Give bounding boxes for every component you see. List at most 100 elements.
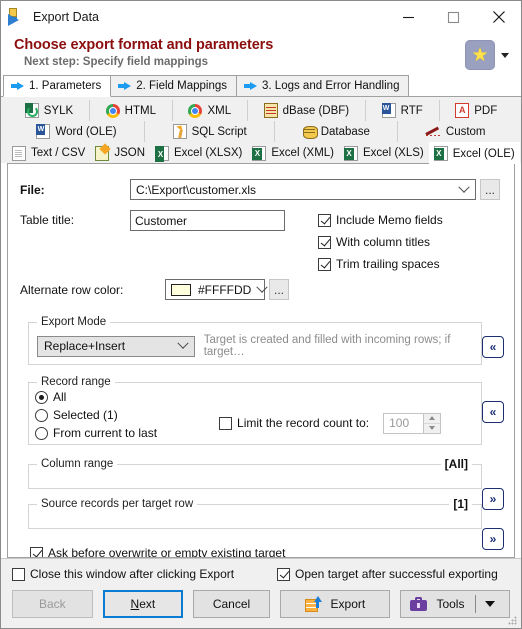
tab-field-mappings[interactable]: 2. Field Mappings	[110, 75, 238, 96]
export-mode-group: Export Mode Replace+Insert Target is cre…	[28, 316, 482, 365]
record-range-collapse-button[interactable]: «	[482, 401, 504, 423]
column-range-group: Column range [All]	[28, 457, 482, 489]
format-tab-label: RTF	[400, 104, 423, 117]
format-tab-pdf[interactable]: PDF	[439, 100, 514, 121]
format-tab-custom[interactable]: Custom	[398, 121, 513, 142]
format-tab-label: Excel (XML)	[271, 147, 335, 159]
tab-parameters[interactable]: 1. Parameters	[3, 75, 112, 97]
stepper-up-button[interactable]	[423, 413, 441, 423]
trim-trailing-spaces-checkbox[interactable]: Trim trailing spaces	[318, 257, 443, 271]
limit-record-count-stepper[interactable]: 100	[383, 412, 442, 434]
title-bar: Export Data	[1, 1, 521, 33]
export-icon	[304, 595, 322, 612]
export-mode-collapse-button[interactable]: «	[482, 336, 504, 358]
tab-parameters-label: 1. Parameters	[29, 80, 102, 92]
checkbox-box	[219, 416, 233, 430]
ask-before-overwrite-checkbox[interactable]: Ask before overwrite or empty existing t…	[30, 546, 504, 558]
record-range-option-all[interactable]: All	[35, 390, 157, 404]
format-tab-json[interactable]: JSON	[90, 142, 150, 163]
format-tab-excel-xls[interactable]: Excel (XLS)	[339, 142, 429, 163]
sylk-icon	[24, 103, 39, 118]
export-data-window: Export Data Choose export format and par…	[0, 0, 522, 629]
limit-record-count-label: Limit the record count to:	[237, 416, 370, 430]
chevron-down-icon[interactable]	[485, 601, 496, 607]
alternate-row-color-browse-button[interactable]: ...	[269, 279, 289, 300]
minimize-button[interactable]	[386, 2, 431, 33]
format-tab-dbase[interactable]: dBase (DBF)	[247, 100, 366, 121]
with-column-titles-checkbox[interactable]: With column titles	[318, 235, 443, 249]
checkbox-box	[12, 567, 25, 581]
next-button[interactable]: Next	[102, 590, 184, 618]
ask-before-overwrite-label: Ask before overwrite or empty existing t…	[48, 546, 286, 558]
cancel-button[interactable]: Cancel	[193, 590, 270, 618]
format-tab-text-csv[interactable]: Text / CSV	[7, 142, 91, 163]
export-button[interactable]: Export	[279, 590, 390, 618]
file-browse-button[interactable]: ...	[480, 179, 500, 200]
parameters-panel: File: C:\Export\customer.xls ... Table t…	[7, 163, 515, 558]
star-icon: ★	[471, 44, 489, 66]
file-input[interactable]: C:\Export\customer.xls	[130, 179, 476, 200]
format-tab-label: Excel (OLE)	[452, 147, 515, 160]
export-mode-select[interactable]: Replace+Insert	[37, 335, 195, 357]
source-records-expand-button[interactable]: »	[482, 528, 504, 550]
table-title-value: Customer	[135, 213, 188, 228]
json-icon	[95, 145, 110, 161]
chevron-down-icon[interactable]	[172, 337, 194, 356]
format-tab-excel-ole[interactable]: Excel (OLE)	[428, 142, 520, 164]
tab-logs-errors-label: 3. Logs and Error Handling	[262, 80, 400, 92]
include-memo-fields-checkbox[interactable]: Include Memo fields	[318, 213, 443, 227]
file-input-value: C:\Export\customer.xls	[136, 182, 257, 197]
table-title-row: Table title: Customer Include Memo field…	[20, 210, 504, 271]
favorites-button[interactable]: ★	[465, 40, 495, 70]
alternate-row-color-row: Alternate row color: #FFFFDD ...	[20, 279, 504, 300]
source-records-title: Source records per target row	[37, 498, 198, 510]
close-window-checkbox[interactable]: Close this window after clicking Export	[12, 567, 277, 581]
limit-record-count-checkbox[interactable]: Limit the record count to:	[219, 416, 369, 430]
format-tab-label: Excel (XLS)	[363, 147, 424, 159]
format-tab-label: Text / CSV	[31, 147, 86, 159]
record-range-option-current-to-last-label: From current to last	[53, 426, 158, 440]
format-tabs-row-3: Text / CSV JSON Excel (XLSX) Excel (XML)…	[7, 142, 520, 164]
format-tab-label: Custom	[445, 125, 486, 138]
trim-trailing-spaces-label: Trim trailing spaces	[336, 257, 440, 271]
format-tab-word-ole[interactable]: Word (OLE)	[9, 121, 146, 142]
format-tab-label: HTML	[124, 104, 156, 117]
checkbox-box	[277, 567, 290, 581]
export-mode-hint: Target is created and filled with incomi…	[203, 334, 451, 358]
resize-grip[interactable]	[508, 616, 518, 626]
excel-icon	[155, 145, 169, 162]
format-tab-excel-xlsx[interactable]: Excel (XLSX)	[150, 142, 248, 163]
close-icon[interactable]	[476, 2, 521, 33]
next-button-label: Next	[130, 597, 156, 611]
open-target-label: Open target after successful exporting	[295, 567, 498, 581]
open-target-checkbox[interactable]: Open target after successful exporting	[277, 567, 498, 581]
format-tab-sylk[interactable]: SYLK	[9, 100, 90, 121]
chrome-icon	[188, 103, 203, 118]
record-range-option-selected[interactable]: Selected (1)	[35, 408, 157, 422]
tab-logs-errors[interactable]: 3. Logs and Error Handling	[236, 75, 410, 96]
table-title-input[interactable]: Customer	[130, 210, 285, 231]
format-tab-excel-xml[interactable]: Excel (XML)	[247, 142, 340, 163]
text-file-icon	[12, 145, 26, 161]
column-range-value: [All]	[440, 457, 472, 471]
format-tab-label: Excel (XLSX)	[174, 147, 243, 159]
tools-button[interactable]: Tools	[399, 590, 510, 618]
chevron-down-icon[interactable]	[453, 180, 475, 199]
format-tab-html[interactable]: HTML	[89, 100, 173, 121]
format-tab-xml[interactable]: XML	[172, 100, 248, 121]
format-tab-rtf[interactable]: RTF	[365, 100, 440, 121]
format-tab-database[interactable]: Database	[275, 121, 399, 142]
chevron-down-icon[interactable]	[501, 52, 509, 58]
alternate-row-color-combo[interactable]: #FFFFDD	[165, 279, 265, 300]
format-tab-sql-script[interactable]: SQL Script	[145, 121, 276, 142]
column-range-expand-button[interactable]: »	[482, 488, 504, 510]
stepper-down-button[interactable]	[423, 422, 441, 433]
column-range-title: Column range	[37, 458, 118, 470]
dbase-icon	[263, 103, 278, 118]
record-range-option-current-to-last[interactable]: From current to last	[35, 426, 157, 440]
maximize-button[interactable]	[431, 2, 476, 33]
checkbox-box	[318, 213, 331, 227]
back-button[interactable]: Back	[12, 590, 93, 618]
window-title: Export Data	[33, 10, 100, 24]
format-tab-label: SYLK	[43, 104, 74, 117]
